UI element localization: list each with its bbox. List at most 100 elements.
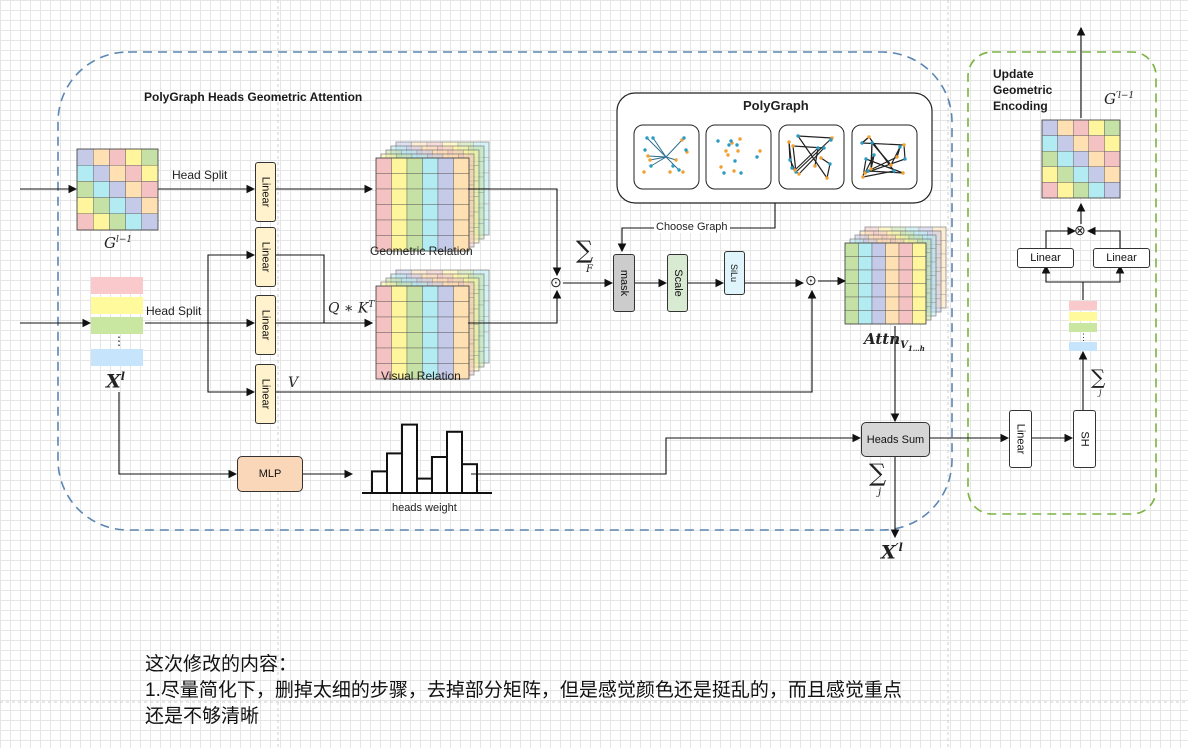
mask-label: mask <box>618 269 630 297</box>
notes-line-2: 1.尽量简化下，删掉太细的步骤，去掉部分矩阵，但是感觉颜色还是挺乱的，而且感觉重… <box>145 680 902 701</box>
heads-weight-bar <box>416 477 433 495</box>
attn-subsub: 1…h <box>907 344 925 353</box>
g-out-label: G′l−1 <box>1104 90 1134 108</box>
sum-j2-symbol: ∑ <box>1091 365 1106 389</box>
head-split-label-bottom: Head Split <box>146 304 202 318</box>
matrices <box>76 119 1121 380</box>
linear-block-7[interactable]: Linear <box>1093 248 1150 268</box>
heads-weight-bar <box>401 423 418 495</box>
feature-row-pink <box>91 277 143 294</box>
linear-block-7-label: Linear <box>1106 252 1137 264</box>
g-in-text: G <box>104 234 116 252</box>
geometric-relation-label: Geometric Relation <box>370 244 473 258</box>
sh-block[interactable]: SH <box>1073 410 1096 468</box>
visual-relation-matrix-layer-0 <box>375 285 470 380</box>
sum-j2-sub: j <box>1099 388 1102 397</box>
linear-block-1[interactable]: Linear <box>255 162 276 222</box>
update-title-line-3: Encoding <box>993 99 1048 113</box>
v-label: V <box>288 375 299 391</box>
heads-weight-chart <box>362 423 492 495</box>
heads-sum-block[interactable]: Heads Sum <box>861 422 930 457</box>
attn-matrix-layer-0 <box>844 242 927 325</box>
linear-block-6[interactable]: Linear <box>1017 248 1074 268</box>
attn-sub: V1…h <box>900 340 925 353</box>
odot-operator-1: ⊙ <box>550 274 562 290</box>
x-in-text: X <box>106 370 121 393</box>
linear-block-1-label: Linear <box>259 176 272 208</box>
g-out-text: G <box>1104 90 1116 108</box>
geometric-relation-matrix-layer-0 <box>375 157 470 252</box>
sum-j-sub: j <box>878 487 882 498</box>
feature-row-green <box>91 317 143 334</box>
linear-block-4-label: Linear <box>259 378 272 410</box>
g-in-label: Gl−1 <box>104 234 132 252</box>
linear-block-2[interactable]: Linear <box>255 227 276 287</box>
attn-label: AttnV1…h <box>864 330 925 353</box>
feature-vector-small: ⋮ <box>1069 301 1097 351</box>
otimes-operator: ⊗ <box>1074 222 1086 238</box>
heads-weight-bar <box>446 430 463 494</box>
head-split-label-top: Head Split <box>172 168 228 182</box>
scale-block[interactable]: Scale <box>667 254 688 312</box>
x-out-text: X <box>881 541 896 564</box>
sum-f-symbol: ∑ <box>576 236 594 264</box>
heads-weight-bar <box>386 452 403 494</box>
linear-block-5[interactable]: Linear <box>1009 410 1032 468</box>
choose-graph-label: Choose Graph <box>654 221 730 233</box>
mask-block[interactable]: mask <box>613 254 635 312</box>
sum-j: ∑ j <box>869 459 887 498</box>
x-in-sup: l <box>120 370 125 383</box>
revision-notes: 这次修改的内容： 1.尽量简化下，删掉太细的步骤，去掉部分矩阵，但是感觉颜色还是… <box>145 652 902 730</box>
odot-operator-2: ⊙ <box>805 272 817 288</box>
sh-label: SH <box>1078 431 1091 447</box>
sum-j-symbol: ∑ <box>869 459 887 487</box>
update-title-line-1: Update <box>993 67 1034 81</box>
sum-f-sub: F <box>586 264 593 275</box>
mlp-block[interactable]: MLP <box>237 456 303 492</box>
qk-sup: T <box>368 300 375 310</box>
heads-weight-bar <box>431 456 448 494</box>
x-out-sup: ′l <box>895 541 903 554</box>
attn-text: Attn <box>864 330 901 348</box>
x-out-label: X′l <box>881 541 903 563</box>
mlp-label: MLP <box>258 468 282 480</box>
scale-label: Scale <box>671 269 684 297</box>
small-row-blue <box>1069 342 1097 351</box>
sum-f: ∑ F <box>576 236 594 275</box>
linear-block-3-label: Linear <box>259 309 272 341</box>
heads-weight-bar <box>371 470 388 494</box>
notes-line-3: 还是不够清晰 <box>145 706 260 727</box>
heads-sum-label: Heads Sum <box>866 433 925 446</box>
heads-weight-label: heads weight <box>392 502 457 514</box>
notes-line-1: 这次修改的内容： <box>145 654 298 675</box>
silu-label: SiLu <box>729 263 740 283</box>
feature-row-blue <box>91 349 143 366</box>
feature-vector-x: ⋮ <box>91 277 143 366</box>
linear-block-2-label: Linear <box>259 241 272 273</box>
visual-relation-label: Visual Relation <box>381 369 461 383</box>
qk-label: Q ∗ KT <box>328 300 374 317</box>
linear-block-4[interactable]: Linear <box>255 364 276 424</box>
linear-block-6-label: Linear <box>1030 252 1061 264</box>
feature-row-yellow <box>91 297 143 314</box>
g-input-matrix <box>76 148 159 231</box>
polygraph-thumb-2 <box>705 124 772 190</box>
small-dots: ⋮ <box>1079 332 1088 342</box>
small-row-green <box>1069 323 1097 332</box>
g-output-matrix <box>1041 119 1121 199</box>
small-row-pink <box>1069 301 1097 310</box>
feature-dots: ⋮ <box>113 334 125 348</box>
qk-text: Q ∗ K <box>328 300 369 317</box>
x-in-label: Xl <box>106 370 125 392</box>
main-group-title: PolyGraph Heads Geometric Attention <box>144 90 363 104</box>
sum-j2: ∑ j <box>1091 365 1106 397</box>
update-group-title: Update Geometric Encoding <box>993 66 1052 114</box>
heads-weight-bar <box>461 463 478 495</box>
attn-sub-v: V <box>900 340 908 351</box>
polygraph-title: PolyGraph <box>743 98 809 113</box>
linear-block-3[interactable]: Linear <box>255 295 276 355</box>
linear-block-5-label: Linear <box>1014 423 1027 455</box>
g-in-sup: l−1 <box>115 235 133 245</box>
silu-block[interactable]: SiLu <box>724 251 745 295</box>
update-title-line-2: Geometric <box>993 83 1053 97</box>
